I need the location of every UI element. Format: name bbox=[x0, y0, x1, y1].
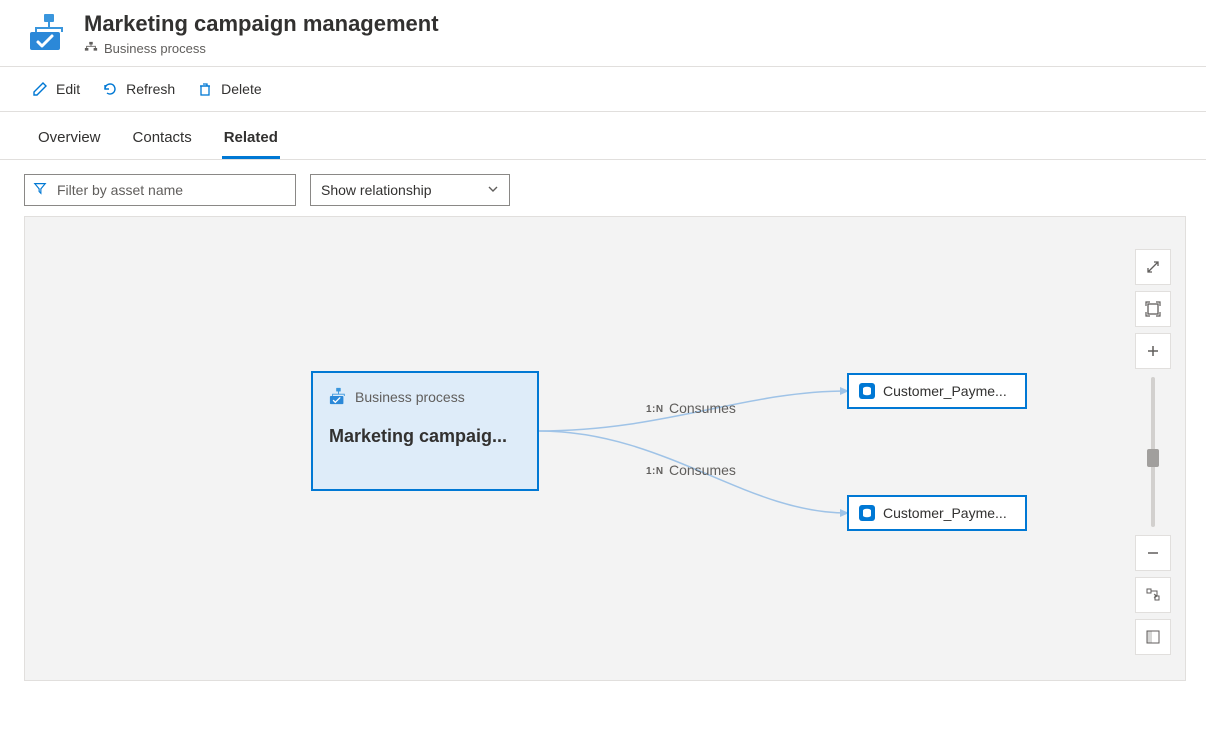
relationship-select[interactable]: Show relationship bbox=[310, 174, 510, 206]
tab-contacts[interactable]: Contacts bbox=[131, 117, 194, 159]
edge-cardinality-0: 1:N bbox=[646, 404, 664, 415]
zoom-slider-thumb[interactable] bbox=[1147, 449, 1159, 467]
edge-label-1: Consumes bbox=[669, 462, 736, 478]
tab-related[interactable]: Related bbox=[222, 117, 280, 159]
relationship-canvas[interactable]: Business process Marketing campaig... 1:… bbox=[24, 216, 1186, 681]
tabs: Overview Contacts Related bbox=[0, 112, 1206, 160]
node-target-0[interactable]: Customer_Payme... bbox=[847, 373, 1027, 409]
node-business-process[interactable]: Business process Marketing campaig... bbox=[311, 371, 539, 491]
fullscreen-button[interactable] bbox=[1135, 249, 1171, 285]
filter-icon bbox=[33, 181, 47, 198]
business-process-node-icon bbox=[329, 387, 347, 408]
minimap-button[interactable] bbox=[1135, 619, 1171, 655]
node-target-1-label: Customer_Payme... bbox=[883, 505, 1015, 521]
edit-label: Edit bbox=[56, 81, 80, 97]
delete-label: Delete bbox=[221, 81, 261, 97]
edge-cardinality-1: 1:N bbox=[646, 466, 664, 477]
chevron-down-icon bbox=[487, 182, 499, 198]
node-target-0-label: Customer_Payme... bbox=[883, 383, 1015, 399]
page-subtitle: Business process bbox=[104, 41, 206, 56]
zoom-out-button[interactable] bbox=[1135, 535, 1171, 571]
map-controls bbox=[1135, 249, 1171, 655]
delete-button[interactable]: Delete bbox=[195, 77, 263, 101]
edge-label-0: Consumes bbox=[669, 400, 736, 416]
layout-button[interactable] bbox=[1135, 577, 1171, 613]
business-process-icon bbox=[28, 12, 68, 52]
edit-button[interactable]: Edit bbox=[30, 77, 82, 101]
database-icon bbox=[859, 505, 875, 521]
node-title: Marketing campaig... bbox=[329, 426, 521, 447]
database-icon bbox=[859, 383, 875, 399]
tab-overview[interactable]: Overview bbox=[36, 117, 103, 159]
relationship-select-label: Show relationship bbox=[321, 182, 432, 198]
toolbar: Edit Refresh Delete bbox=[0, 67, 1206, 112]
trash-icon bbox=[197, 81, 213, 97]
business-process-small-icon bbox=[84, 41, 98, 55]
fit-to-screen-button[interactable] bbox=[1135, 291, 1171, 327]
zoom-in-button[interactable] bbox=[1135, 333, 1171, 369]
filter-input[interactable] bbox=[55, 181, 287, 199]
node-type-label: Business process bbox=[355, 389, 465, 405]
page-title: Marketing campaign management bbox=[84, 10, 439, 39]
refresh-button[interactable]: Refresh bbox=[100, 77, 177, 101]
node-target-1[interactable]: Customer_Payme... bbox=[847, 495, 1027, 531]
refresh-icon bbox=[102, 81, 118, 97]
page-header: Marketing campaign management Business p… bbox=[0, 0, 1206, 66]
refresh-label: Refresh bbox=[126, 81, 175, 97]
connectors bbox=[25, 217, 1185, 680]
pencil-icon bbox=[32, 81, 48, 97]
filter-row: Show relationship bbox=[0, 160, 1206, 216]
filter-input-wrap[interactable] bbox=[24, 174, 296, 206]
zoom-slider-track[interactable] bbox=[1151, 377, 1155, 527]
